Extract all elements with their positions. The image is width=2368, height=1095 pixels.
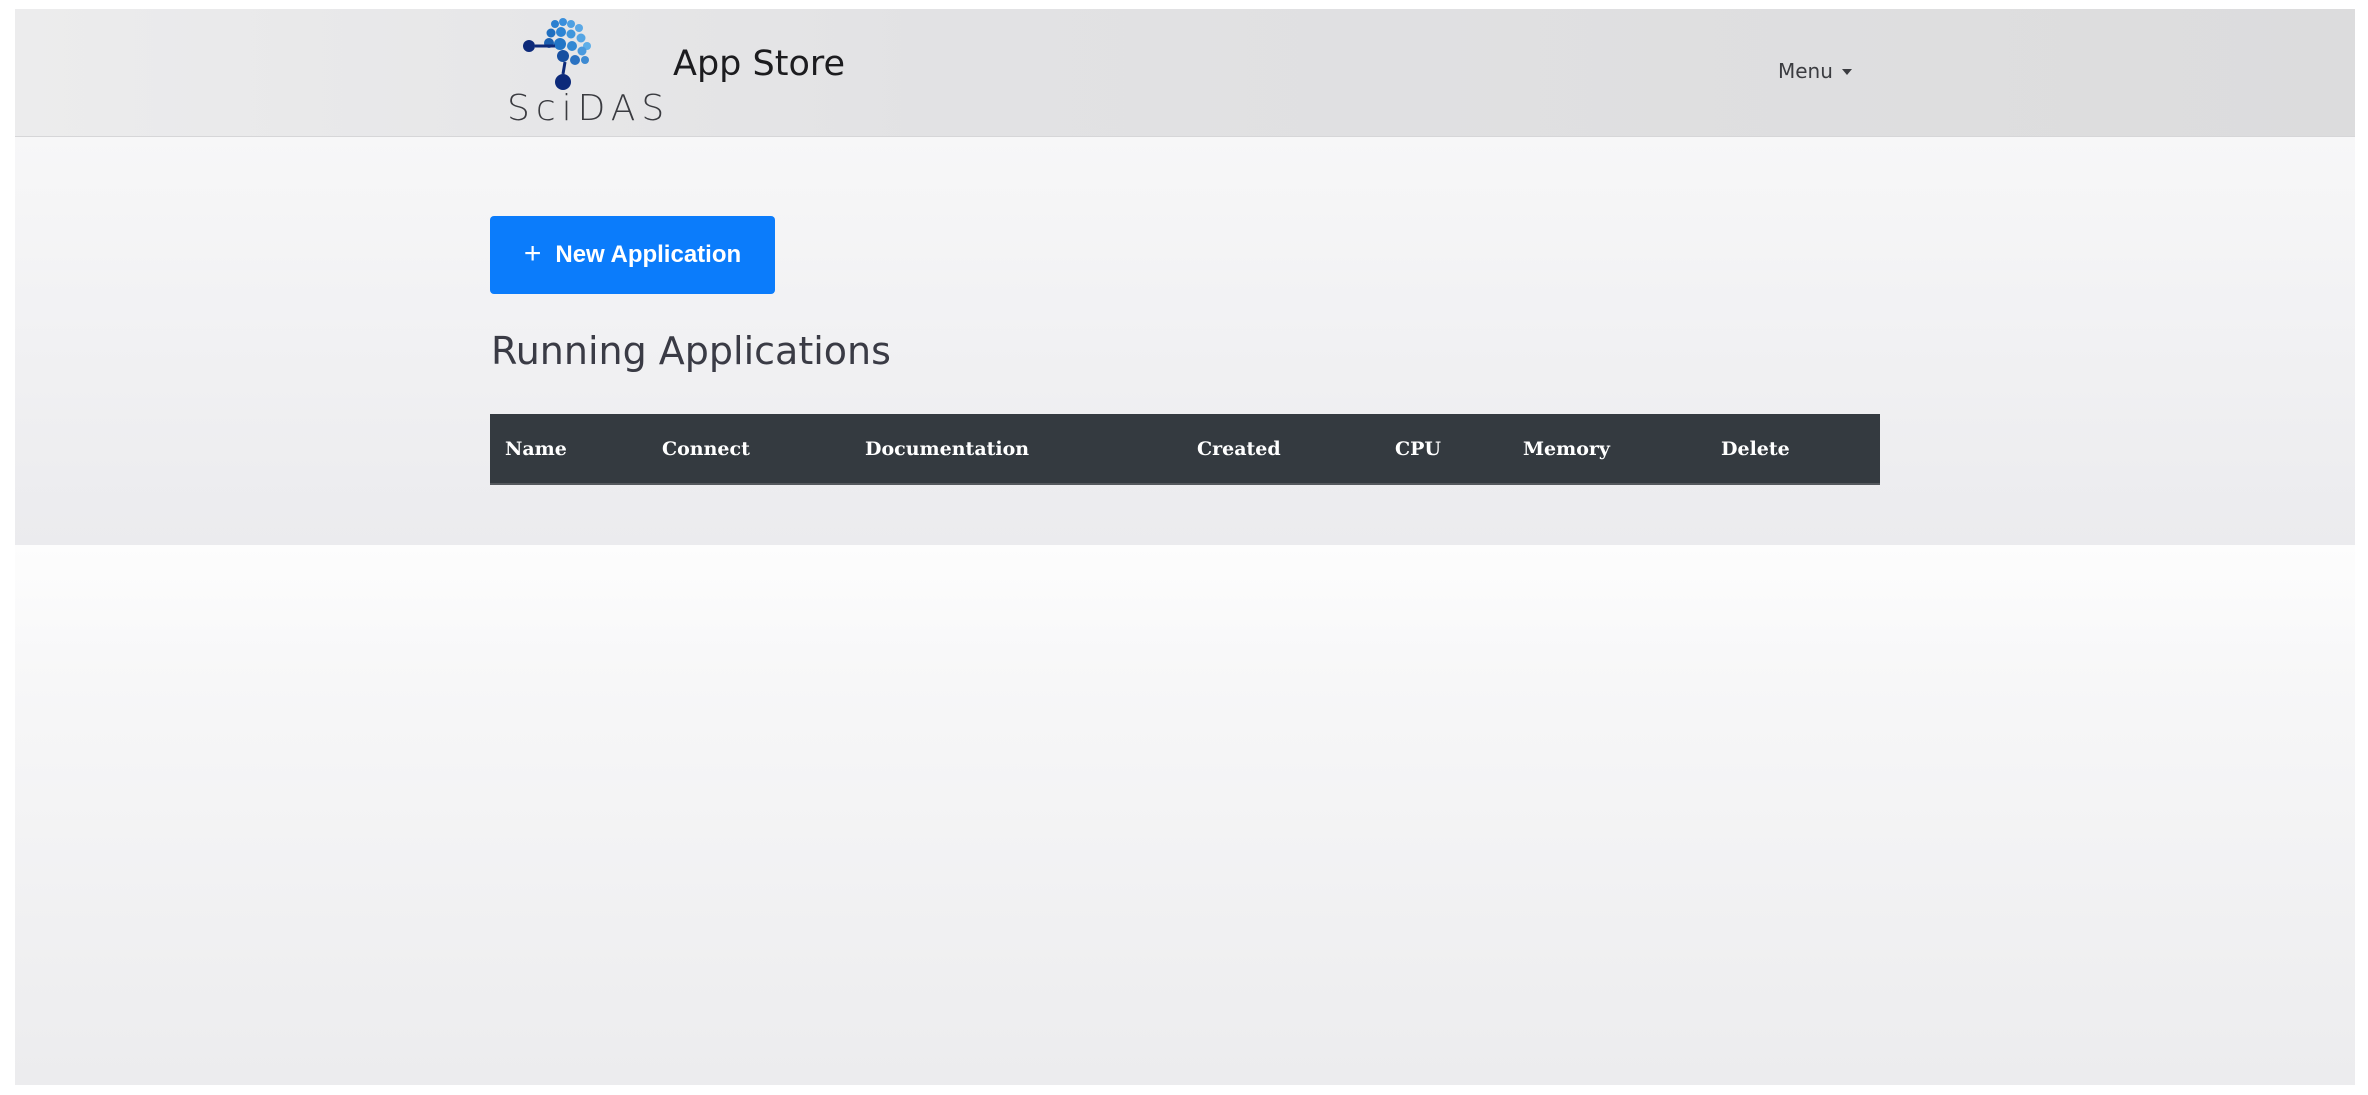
column-header-documentation: Documentation xyxy=(865,438,1030,460)
column-header-cpu: CPU xyxy=(1395,438,1441,460)
page: SciDAS App Store Menu + New Application … xyxy=(15,9,2355,1085)
running-applications-table-header: Name Connect Documentation Created CPU M… xyxy=(490,414,1880,485)
menu-dropdown-toggle[interactable]: Menu xyxy=(1778,59,1852,83)
app-title[interactable]: App Store xyxy=(673,44,845,84)
new-application-button[interactable]: + New Application xyxy=(490,216,775,294)
new-application-label: New Application xyxy=(555,241,742,268)
main-content: + New Application Running Applications N… xyxy=(15,137,2355,545)
scidas-network-logo-icon xyxy=(523,18,591,90)
logo-wordmark: SciDAS xyxy=(507,88,671,129)
column-header-memory: Memory xyxy=(1523,438,1610,460)
column-header-name: Name xyxy=(505,438,567,460)
navbar: SciDAS App Store Menu xyxy=(15,9,2355,137)
column-header-created: Created xyxy=(1197,438,1281,460)
section-title: Running Applications xyxy=(491,329,891,373)
page-background xyxy=(15,545,2355,1085)
plus-icon: + xyxy=(523,237,542,270)
brand-logo[interactable]: SciDAS xyxy=(505,16,665,131)
menu-label: Menu xyxy=(1778,59,1833,83)
caret-down-icon xyxy=(1841,69,1852,75)
column-header-delete: Delete xyxy=(1721,438,1790,460)
column-header-connect: Connect xyxy=(662,438,750,460)
